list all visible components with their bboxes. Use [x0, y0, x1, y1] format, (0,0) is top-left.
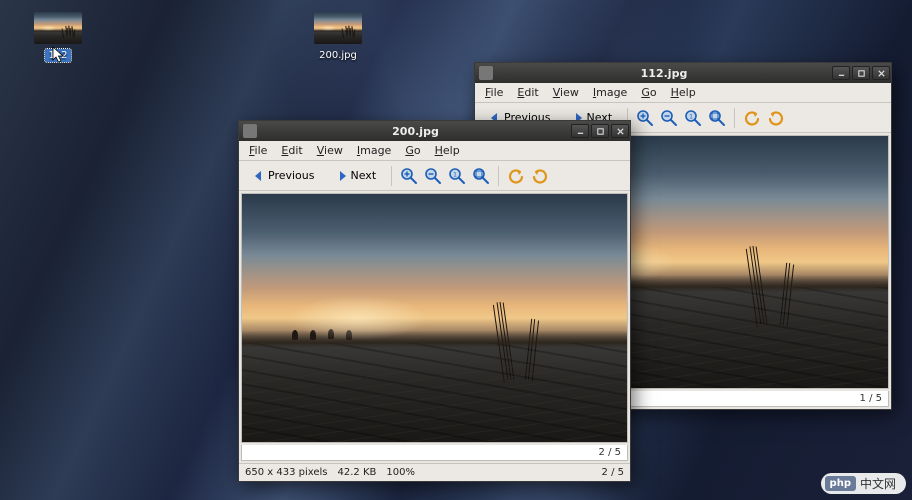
app-icon [479, 66, 493, 80]
image-viewport[interactable] [241, 193, 628, 443]
maximize-button[interactable] [591, 124, 609, 138]
zoom-out-icon [424, 167, 442, 185]
zoom-100-icon: 1 [448, 167, 466, 185]
menubar: FileEditViewImageGoHelp [475, 83, 891, 103]
zoom-in-button[interactable] [636, 109, 654, 127]
status-counter: 2 / 5 [602, 467, 624, 478]
previous-label: Previous [268, 169, 315, 182]
menu-go[interactable]: Go [399, 142, 426, 159]
zoom-out-button[interactable] [424, 167, 442, 185]
statusbar: 650 x 433 pixels 42.2 KB 100% 2 / 5 [239, 463, 630, 481]
window-title: 200.jpg [261, 125, 570, 138]
watermark: php 中文网 [821, 473, 906, 494]
menu-edit[interactable]: Edit [275, 142, 308, 159]
rotate-ccw-icon [743, 109, 761, 127]
svg-text:1: 1 [453, 171, 457, 178]
zoom-fit-button[interactable] [472, 167, 490, 185]
menu-file[interactable]: File [243, 142, 273, 159]
menu-edit[interactable]: Edit [511, 84, 544, 101]
zoom-out-button[interactable] [660, 109, 678, 127]
counter-text: 2 / 5 [599, 447, 621, 458]
rotate-ccw-button[interactable] [743, 109, 761, 127]
rotate-cw-button[interactable] [531, 167, 549, 185]
image-counter: 2 / 5 [241, 445, 628, 461]
rotate-cw-icon [767, 109, 785, 127]
zoom-fit-button[interactable] [708, 109, 726, 127]
arrow-left-icon [252, 169, 266, 183]
menu-help[interactable]: Help [665, 84, 702, 101]
maximize-button[interactable] [852, 66, 870, 80]
zoom-out-icon [660, 109, 678, 127]
menu-view[interactable]: View [547, 84, 585, 101]
rotate-cw-button[interactable] [767, 109, 785, 127]
menu-image[interactable]: Image [587, 84, 633, 101]
zoom-100-button[interactable]: 1 [448, 167, 466, 185]
status-filesize: 42.2 KB [338, 467, 377, 478]
image-viewer-window-200[interactable]: 200.jpg FileEditViewImageGoHelp Previous… [238, 120, 631, 482]
file-thumbnail [314, 12, 362, 44]
file-thumbnail [34, 12, 82, 44]
toolbar: Previous Next 1 [239, 161, 630, 191]
arrow-right-icon [335, 169, 349, 183]
zoom-fit-icon [472, 167, 490, 185]
zoom-in-icon [636, 109, 654, 127]
menu-image[interactable]: Image [351, 142, 397, 159]
menubar: FileEditViewImageGoHelp [239, 141, 630, 161]
rotate-ccw-icon [507, 167, 525, 185]
rotate-ccw-button[interactable] [507, 167, 525, 185]
desktop-file-200[interactable]: 200.jpg [302, 12, 374, 61]
menu-file[interactable]: File [479, 84, 509, 101]
zoom-100-button[interactable]: 1 [684, 109, 702, 127]
file-label: 200.jpg [319, 50, 357, 61]
next-label: Next [351, 169, 377, 182]
close-button[interactable] [611, 124, 629, 138]
titlebar[interactable]: 112.jpg [475, 63, 891, 83]
watermark-logo: php [825, 476, 856, 491]
svg-text:1: 1 [689, 113, 693, 120]
file-label: 112 [45, 49, 70, 62]
separator [498, 166, 499, 186]
status-dimensions: 650 x 433 pixels [245, 467, 328, 478]
separator [734, 108, 735, 128]
app-icon [243, 124, 257, 138]
minimize-button[interactable] [571, 124, 589, 138]
rotate-cw-icon [531, 167, 549, 185]
zoom-in-button[interactable] [400, 167, 418, 185]
previous-button[interactable]: Previous [245, 166, 322, 186]
close-button[interactable] [872, 66, 890, 80]
separator [391, 166, 392, 186]
status-zoom: 100% [386, 467, 415, 478]
zoom-fit-icon [708, 109, 726, 127]
zoom-in-icon [400, 167, 418, 185]
counter-text: 1 / 5 [860, 393, 882, 404]
titlebar[interactable]: 200.jpg [239, 121, 630, 141]
zoom-100-icon: 1 [684, 109, 702, 127]
menu-help[interactable]: Help [429, 142, 466, 159]
menu-view[interactable]: View [311, 142, 349, 159]
next-button[interactable]: Next [328, 166, 384, 186]
menu-go[interactable]: Go [635, 84, 662, 101]
watermark-text: 中文网 [860, 475, 896, 492]
window-title: 112.jpg [497, 67, 831, 80]
desktop-file-112[interactable]: 112 [22, 12, 94, 62]
minimize-button[interactable] [832, 66, 850, 80]
